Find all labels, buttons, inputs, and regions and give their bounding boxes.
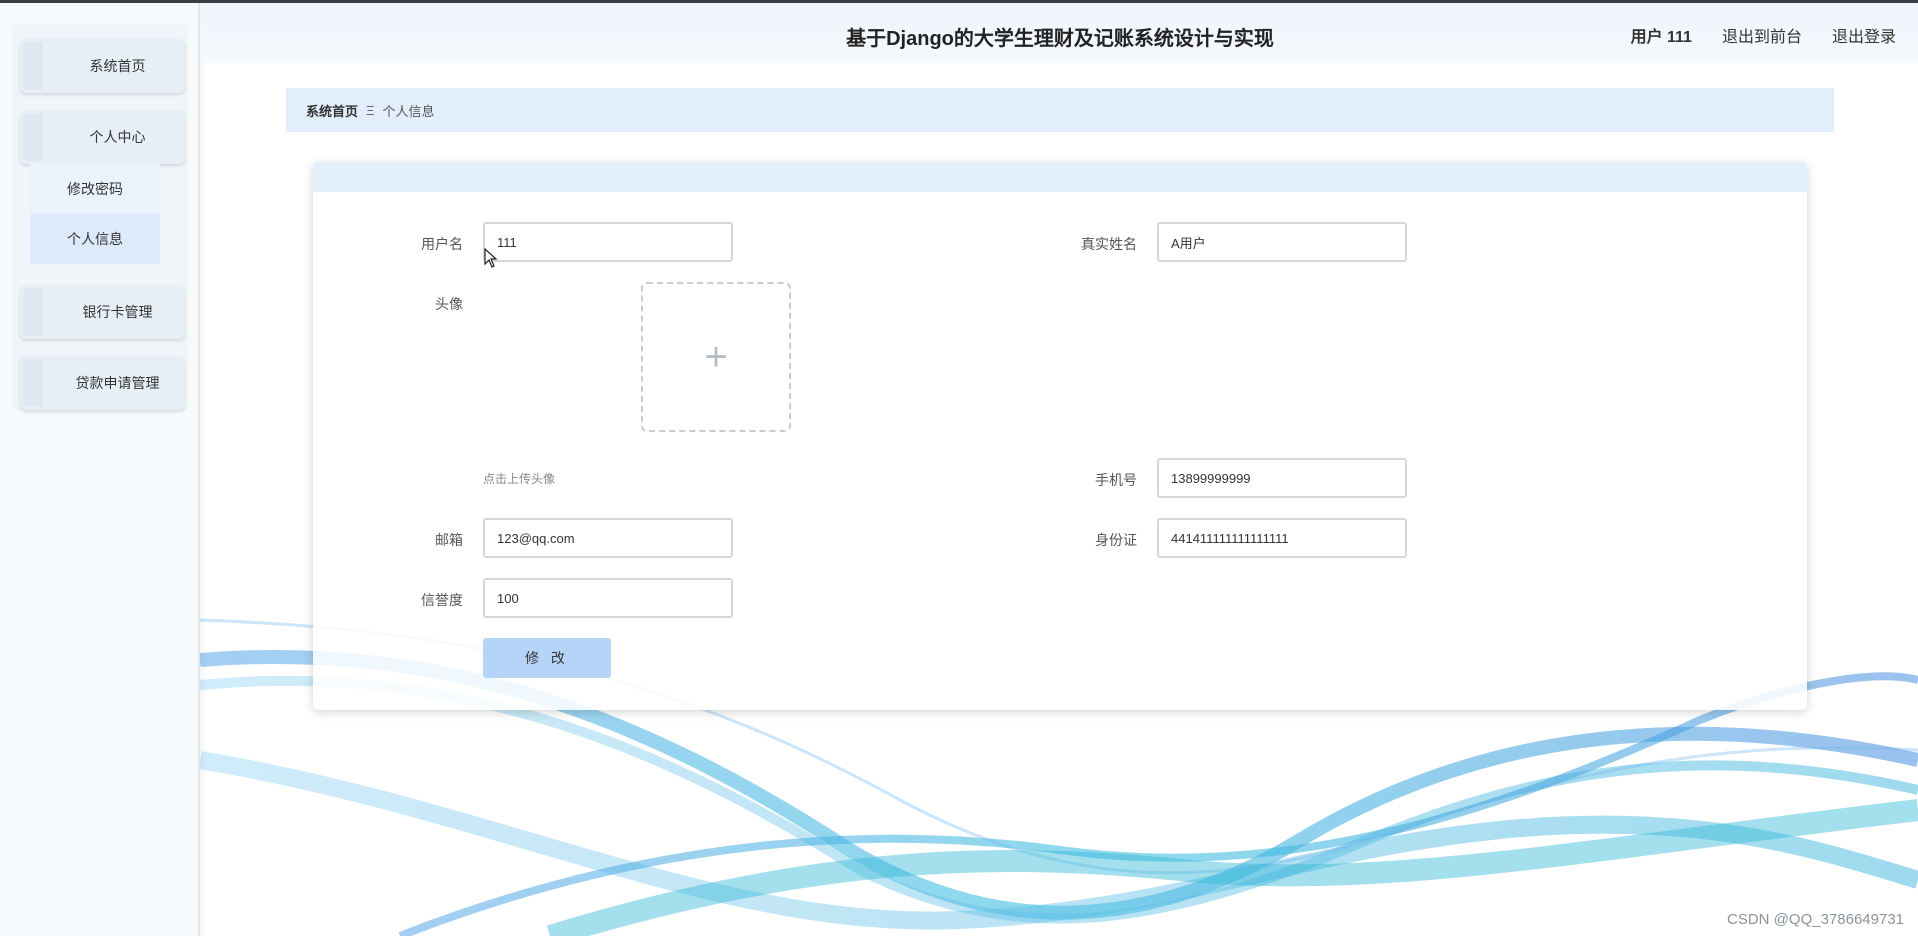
current-user-label: 用户 111: [1630, 29, 1692, 46]
sidebar-item-personal-center[interactable]: 个人中心: [20, 110, 185, 164]
realname-label: 真实姓名: [1081, 236, 1137, 252]
email-input[interactable]: [483, 518, 733, 558]
phone-input[interactable]: [1157, 458, 1407, 498]
sidebar-item-label: 银行卡管理: [82, 304, 153, 320]
idcard-label: 身份证: [1095, 532, 1137, 548]
email-label: 邮箱: [435, 532, 463, 548]
header-user-menu: 用户 111 退出到前台 退出登录: [1631, 23, 1896, 47]
phone-label: 手机号: [1095, 472, 1137, 488]
menu-item-handle: [23, 42, 43, 90]
menu-item-handle: [23, 288, 43, 336]
personal-info-card: 用户名 真实姓名 头像 + 点击上传头像 手机号 邮箱 身份证 信誉度 修 改: [313, 162, 1807, 710]
logout-link[interactable]: 退出登录: [1832, 23, 1896, 47]
sidebar-item-loan-application[interactable]: 贷款申请管理: [20, 356, 185, 410]
credit-input[interactable]: [483, 578, 733, 618]
sidebar-item-label: 系统首页: [89, 58, 146, 74]
sidebar-item-bank-card[interactable]: 银行卡管理: [20, 285, 185, 339]
sidebar-item-label: 贷款申请管理: [75, 375, 160, 391]
menu-item-handle: [23, 113, 43, 161]
breadcrumb-home-link[interactable]: 系统首页: [306, 101, 358, 120]
mouse-cursor-icon: [484, 248, 498, 268]
top-header: 基于Django的大学生理财及记账系统设计与实现 用户 111 退出到前台 退出…: [202, 3, 1918, 63]
back-to-front-link[interactable]: 退出到前台: [1722, 23, 1802, 47]
menu-item-handle: [23, 359, 43, 407]
sidebar: 系统首页 个人中心 修改密码 个人信息 银行卡管理 贷款申请管理: [0, 3, 200, 936]
plus-icon: +: [704, 335, 728, 379]
sidebar-subitem-label: 个人信息: [67, 231, 123, 247]
sidebar-subitem-personal-info[interactable]: 个人信息: [30, 214, 160, 264]
breadcrumb-current: 个人信息: [382, 103, 435, 119]
avatar-upload-box[interactable]: +: [641, 282, 791, 432]
idcard-input[interactable]: [1157, 518, 1407, 558]
sidebar-subitem-change-password[interactable]: 修改密码: [30, 164, 160, 214]
sidebar-item-label: 个人中心: [89, 129, 146, 145]
upload-avatar-hint: 点击上传头像: [483, 472, 556, 486]
username-input[interactable]: [483, 222, 733, 262]
breadcrumb-separator-icon: Ξ: [366, 102, 375, 118]
credit-label: 信誉度: [421, 592, 463, 608]
watermark-text: CSDN @QQ_3786649731: [1727, 911, 1904, 928]
realname-input[interactable]: [1157, 222, 1407, 262]
sidebar-item-home[interactable]: 系统首页: [20, 39, 185, 93]
sidebar-subitem-label: 修改密码: [67, 181, 123, 197]
username-label: 用户名: [421, 236, 463, 252]
personal-center-submenu: 修改密码 个人信息: [30, 164, 160, 264]
breadcrumb: 系统首页 Ξ 个人信息: [286, 88, 1834, 132]
avatar-label: 头像: [435, 296, 463, 312]
update-button[interactable]: 修 改: [483, 638, 611, 678]
card-header-bar: [313, 162, 1807, 192]
